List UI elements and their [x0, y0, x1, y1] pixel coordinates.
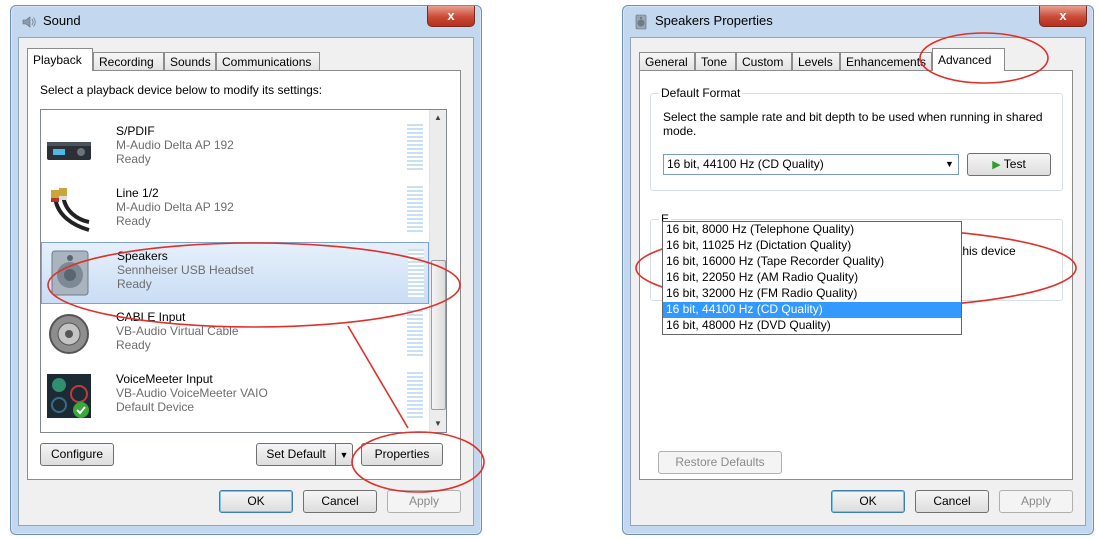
format-select[interactable]: 16 bit, 44100 Hz (CD Quality) ▼ — [663, 154, 959, 175]
apply-button[interactable]: Apply — [999, 490, 1073, 513]
device-desc: VB-Audio Virtual Cable — [116, 324, 239, 338]
tab-sounds[interactable]: Sounds — [164, 52, 216, 70]
tab-playback[interactable]: Playback — [27, 48, 93, 71]
apply-button[interactable]: Apply — [387, 490, 461, 513]
scroll-down-icon[interactable]: ▼ — [430, 416, 446, 432]
device-status: Ready — [116, 214, 151, 228]
device-name: Line 1/2 — [116, 186, 159, 200]
tab-communications[interactable]: Communications — [216, 52, 320, 70]
tab-levels[interactable]: Levels — [792, 52, 840, 70]
rca-cable-icon — [51, 188, 90, 232]
device-name: VoiceMeeter Input — [116, 372, 213, 386]
receiver-icon — [47, 142, 91, 160]
volume-meter — [407, 124, 423, 172]
device-desc: M-Audio Delta AP 192 — [116, 138, 234, 152]
volume-meter — [408, 249, 424, 297]
virtual-cable-icon — [49, 314, 89, 354]
scroll-up-icon[interactable]: ▲ — [430, 110, 446, 126]
set-default-button[interactable]: Set Default — [256, 443, 336, 466]
device-name: S/PDIF — [116, 124, 155, 138]
tab-tone[interactable]: Tone — [695, 52, 736, 70]
tab-custom[interactable]: Custom — [736, 52, 792, 70]
exclusive-mode-text: this device — [959, 244, 1016, 258]
device-status: Ready — [117, 277, 152, 291]
voicemeeter-icon — [47, 374, 91, 418]
tab-enhancements[interactable]: Enhancements — [840, 52, 932, 70]
device-status: Default Device — [116, 400, 195, 414]
ok-button[interactable]: OK — [831, 490, 905, 513]
format-dropdown-list[interactable]: 16 bit, 8000 Hz (Telephone Quality) 16 b… — [662, 221, 962, 335]
format-option[interactable]: 16 bit, 48000 Hz (DVD Quality) — [663, 318, 961, 334]
sound-client: Playback Recording Sounds Communications… — [18, 37, 474, 526]
speakers-properties-window: Speakers Properties x General Tone Custo… — [622, 5, 1094, 535]
scroll-thumb[interactable] — [431, 260, 446, 410]
playback-panel: Select a playback device below to modify… — [27, 70, 461, 480]
format-option[interactable]: 16 bit, 16000 Hz (Tape Recorder Quality) — [663, 254, 961, 270]
ok-button[interactable]: OK — [219, 490, 293, 513]
close-button[interactable]: x — [427, 6, 475, 27]
list-item[interactable]: CABLE Input VB-Audio Virtual Cable Ready — [41, 304, 429, 366]
restore-defaults-button[interactable]: Restore Defaults — [658, 451, 782, 474]
device-name: Speakers — [117, 249, 168, 263]
list-item[interactable]: S/PDIF M-Audio Delta AP 192 Ready — [41, 118, 429, 180]
properties-button[interactable]: Properties — [361, 443, 443, 466]
speaker-icon — [51, 250, 89, 296]
tab-advanced[interactable]: Advanced — [932, 48, 1005, 71]
configure-button[interactable]: Configure — [40, 443, 114, 466]
volume-meter — [407, 310, 423, 358]
format-option[interactable]: 16 bit, 11025 Hz (Dictation Quality) — [663, 238, 961, 254]
play-icon: ▶ — [992, 159, 1001, 171]
playback-instruction: Select a playback device below to modify… — [40, 83, 323, 97]
device-status: Ready — [116, 338, 151, 352]
speaker-icon — [22, 16, 36, 28]
list-item-selected[interactable]: Speakers Sennheiser USB Headset Ready — [41, 242, 429, 304]
default-format-group: Default Format Select the sample rate an… — [650, 86, 1063, 191]
advanced-panel: Default Format Select the sample rate an… — [639, 70, 1073, 480]
properties-client: General Tone Custom Levels Enhancements … — [630, 37, 1086, 526]
device-desc: M-Audio Delta AP 192 — [116, 200, 234, 214]
volume-meter — [407, 372, 423, 420]
list-item[interactable]: VoiceMeeter Input VB-Audio VoiceMeeter V… — [41, 366, 429, 428]
sound-titlebar[interactable]: Sound x — [11, 6, 481, 36]
chevron-down-icon: ▼ — [339, 450, 349, 460]
tab-recording[interactable]: Recording — [93, 52, 164, 70]
cancel-button[interactable]: Cancel — [915, 490, 989, 513]
format-option-selected[interactable]: 16 bit, 44100 Hz (CD Quality) — [663, 302, 961, 318]
chevron-down-icon: ▼ — [945, 159, 954, 169]
sound-title: Sound — [43, 13, 81, 28]
format-option[interactable]: 16 bit, 32000 Hz (FM Radio Quality) — [663, 286, 961, 302]
format-option[interactable]: 16 bit, 8000 Hz (Telephone Quality) — [663, 222, 961, 238]
test-label: Test — [1003, 157, 1026, 171]
list-item[interactable]: Line 1/2 M-Audio Delta AP 192 Ready — [41, 180, 429, 242]
device-desc: Sennheiser USB Headset — [117, 263, 254, 277]
default-format-desc: Select the sample rate and bit depth to … — [663, 110, 1043, 138]
default-format-label: Default Format — [659, 86, 743, 100]
device-desc: VB-Audio VoiceMeeter VAIO — [116, 386, 268, 400]
test-button[interactable]: ▶ Test — [967, 153, 1051, 176]
volume-meter — [407, 186, 423, 234]
sound-window: Sound x Playback Recording Sounds Commun… — [10, 5, 482, 535]
device-list-scrollbar[interactable]: ▲ ▼ — [429, 110, 446, 432]
speaker-icon — [635, 14, 647, 30]
properties-titlebar[interactable]: Speakers Properties x — [623, 6, 1093, 36]
device-name: CABLE Input — [116, 310, 186, 324]
close-button[interactable]: x — [1039, 6, 1087, 27]
set-default-dropdown[interactable]: ▼ — [335, 443, 353, 466]
format-select-value: 16 bit, 44100 Hz (CD Quality) — [667, 157, 824, 171]
device-status: Ready — [116, 152, 151, 166]
cancel-button[interactable]: Cancel — [303, 490, 377, 513]
tab-general[interactable]: General — [639, 52, 695, 70]
properties-title: Speakers Properties — [655, 13, 773, 28]
device-list[interactable]: S/PDIF M-Audio Delta AP 192 Ready Line 1… — [40, 109, 447, 433]
format-option[interactable]: 16 bit, 22050 Hz (AM Radio Quality) — [663, 270, 961, 286]
